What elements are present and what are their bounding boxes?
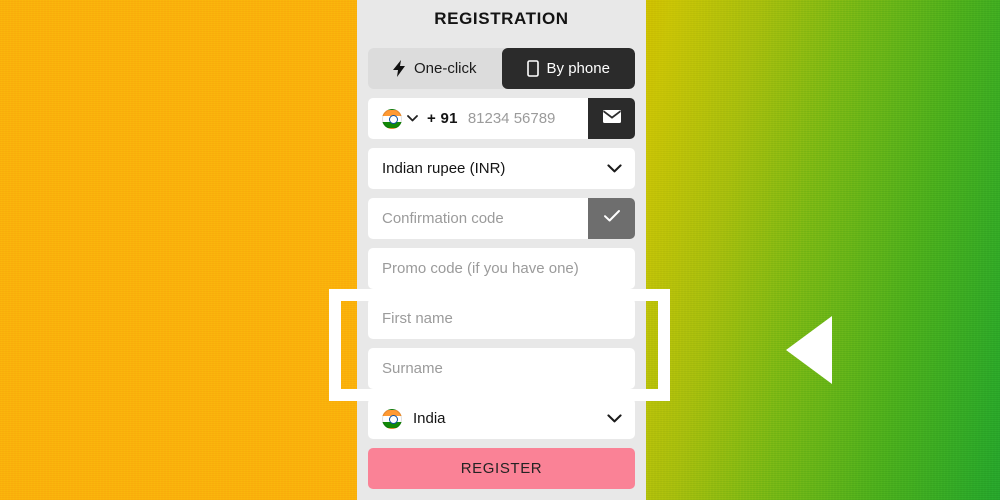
phone-number-placeholder: 81234 56789: [467, 110, 556, 127]
background-left-orange: [0, 0, 357, 500]
left-triangle-pointer-icon: [786, 316, 832, 384]
phone-number-row: + 91 81234 56789: [368, 98, 635, 139]
currency-select-value: Indian rupee (INR): [382, 160, 506, 177]
check-icon: [603, 209, 621, 228]
noise-texture-right: [646, 0, 1000, 500]
country-select[interactable]: India: [368, 398, 635, 439]
mobile-phone-icon: [526, 60, 539, 77]
page-title: REGISTRATION: [434, 9, 569, 28]
currency-row: Indian rupee (INR): [368, 148, 635, 189]
chevron-down-icon: [607, 410, 622, 428]
surname-row: Surname: [368, 348, 635, 389]
submit-row: REGISTER: [368, 448, 635, 489]
tab-one-click[interactable]: One-click: [368, 48, 502, 89]
first-name-input[interactable]: First name: [368, 298, 635, 339]
promo-code-placeholder: Promo code (if you have one): [382, 260, 579, 277]
phone-input[interactable]: + 91 81234 56789: [368, 98, 588, 139]
surname-placeholder: Surname: [382, 360, 443, 377]
first-name-row: First name: [368, 298, 635, 339]
confirmation-code-input[interactable]: Confirmation code: [368, 198, 588, 239]
screenshot-stage: REGISTRATION One-click By phone + 91 812…: [0, 0, 1000, 500]
register-button[interactable]: REGISTER: [368, 448, 635, 489]
confirmation-code-row: Confirmation code: [368, 198, 635, 239]
chevron-down-icon[interactable]: [407, 115, 418, 122]
confirm-code-button[interactable]: [588, 198, 635, 239]
first-name-placeholder: First name: [382, 310, 453, 327]
registration-panel: REGISTRATION One-click By phone + 91 812…: [357, 0, 646, 500]
currency-select[interactable]: Indian rupee (INR): [368, 148, 635, 189]
registration-mode-tabs: One-click By phone: [368, 48, 635, 89]
country-select-value: India: [413, 410, 446, 427]
tab-by-phone-label: By phone: [546, 60, 610, 77]
india-flag-icon: [382, 108, 402, 129]
tab-by-phone[interactable]: By phone: [501, 48, 635, 89]
surname-input[interactable]: Surname: [368, 348, 635, 389]
promo-code-row: Promo code (if you have one): [368, 248, 635, 289]
phone-dial-code: + 91: [427, 110, 458, 127]
send-code-by-email-button[interactable]: [588, 98, 635, 139]
promo-code-input[interactable]: Promo code (if you have one): [368, 248, 635, 289]
tab-one-click-label: One-click: [413, 60, 477, 77]
noise-texture-left: [0, 0, 357, 500]
country-row: India: [368, 398, 635, 439]
background-right-gradient: [646, 0, 1000, 500]
india-flag-icon: [382, 408, 402, 429]
lightning-bolt-icon: [392, 60, 406, 77]
envelope-icon: [602, 109, 622, 129]
chevron-down-icon: [607, 160, 622, 178]
confirmation-code-placeholder: Confirmation code: [382, 210, 504, 227]
